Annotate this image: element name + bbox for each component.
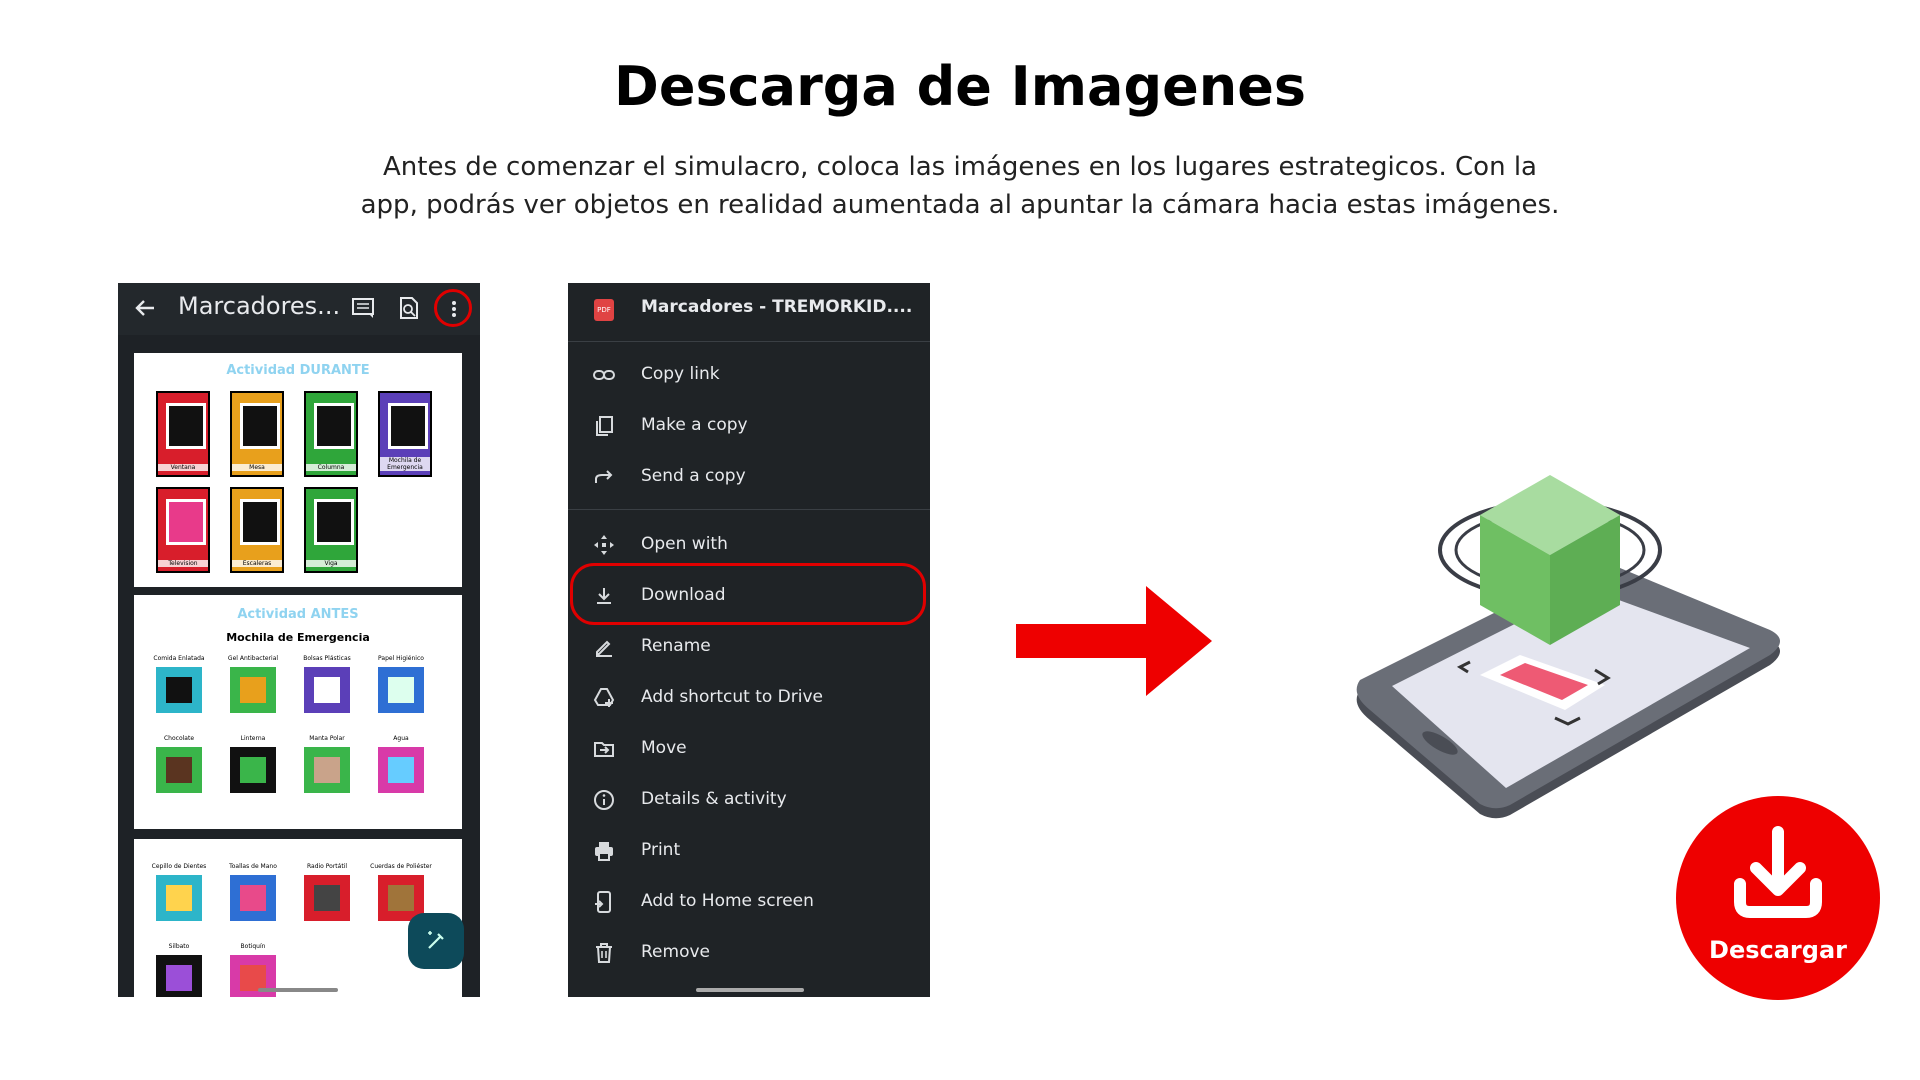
back-arrow-icon[interactable] xyxy=(132,293,160,323)
viewer-toolbar: Marcadores... xyxy=(118,283,480,335)
qr-marker: Agua xyxy=(378,735,424,793)
qr-marker: Chocolate xyxy=(156,735,202,793)
page-subheading: Mochila de Emergencia xyxy=(226,631,370,644)
more-options-icon[interactable] xyxy=(434,289,472,327)
marker-card: Ventana xyxy=(156,391,210,477)
move-folder-icon xyxy=(592,737,616,761)
qr-marker: Linterna xyxy=(230,735,276,793)
qr-marker: Manta Polar xyxy=(304,735,350,793)
gesture-handle xyxy=(258,988,338,992)
gesture-handle xyxy=(696,988,804,992)
pdf-file-icon: PDF xyxy=(594,299,614,321)
menu-item-remove[interactable]: Remove xyxy=(568,931,930,975)
table-icon xyxy=(240,403,280,449)
marker-card: Escaleras xyxy=(230,487,284,573)
pencil-icon xyxy=(592,635,616,659)
download-highlight xyxy=(570,563,926,625)
marker-card: Mesa xyxy=(230,391,284,477)
copy-icon xyxy=(592,414,616,438)
menu-item-send-copy[interactable]: Send a copy xyxy=(568,455,930,499)
window-icon xyxy=(166,403,206,449)
qr-marker: Toallas de Mano xyxy=(229,863,277,921)
home-screen-icon xyxy=(592,890,616,914)
marker-card: Television xyxy=(156,487,210,573)
file-menu-screenshot: PDF Marcadores - TREMORKID.... Copy link… xyxy=(568,283,930,997)
page-heading: Actividad DURANTE xyxy=(226,363,370,378)
viewer-title: Marcadores... xyxy=(178,292,341,320)
link-icon xyxy=(592,363,616,387)
tv-icon xyxy=(166,499,206,545)
menu-item-print[interactable]: Print xyxy=(568,829,930,873)
menu-item-details[interactable]: Details & activity xyxy=(568,778,930,822)
page-title: Descarga de Imagenes xyxy=(614,55,1306,118)
menu-item-make-copy[interactable]: Make a copy xyxy=(568,404,930,448)
download-button-label: Descargar xyxy=(1709,936,1847,964)
marker-card: Columna xyxy=(304,391,358,477)
menu-item-open-with[interactable]: Open with xyxy=(568,523,930,567)
page-heading: Actividad ANTES xyxy=(237,607,359,622)
qr-marker: Gel Antibacterial xyxy=(228,655,278,713)
drive-shortcut-icon xyxy=(592,686,616,710)
menu-item-add-home[interactable]: Add to Home screen xyxy=(568,880,930,924)
info-icon xyxy=(592,788,616,812)
marker-card: Viga xyxy=(304,487,358,573)
backpack-icon xyxy=(388,403,428,449)
print-icon xyxy=(592,839,616,863)
qr-marker: Silbato xyxy=(156,943,202,997)
ar-phone-illustration xyxy=(1356,475,1780,819)
pdf-page-1: Actividad DURANTE Ventana Mesa Columna M… xyxy=(134,353,462,587)
beam-icon xyxy=(314,499,354,545)
trash-icon xyxy=(592,941,616,965)
qr-marker: Bolsas Plásticas xyxy=(303,655,351,713)
menu-item-move[interactable]: Move xyxy=(568,727,930,771)
file-title: Marcadores - TREMORKID.... xyxy=(641,297,913,317)
comment-icon[interactable] xyxy=(350,295,376,321)
share-icon xyxy=(592,465,616,489)
pdf-viewer-screenshot: Marcadores... Actividad DURANTE Ventana … xyxy=(118,283,480,997)
qr-marker: Papel Higiénico xyxy=(378,655,424,713)
qr-marker: Cepillo de Dientes xyxy=(152,863,206,921)
page-description: Antes de comenzar el simulacro, coloca l… xyxy=(360,152,1560,220)
download-icon xyxy=(1734,826,1822,918)
menu-item-rename[interactable]: Rename xyxy=(568,625,930,669)
qr-marker: Comida Enlatada xyxy=(153,655,205,713)
stairs-icon xyxy=(240,499,280,545)
find-in-page-icon[interactable] xyxy=(396,295,422,321)
right-arrow-icon xyxy=(1016,586,1212,696)
menu-item-add-shortcut[interactable]: Add shortcut to Drive xyxy=(568,676,930,720)
qr-marker: Radio Portátil xyxy=(304,863,350,921)
menu-item-copy-link[interactable]: Copy link xyxy=(568,353,930,397)
open-with-icon xyxy=(592,533,616,557)
column-icon xyxy=(314,403,354,449)
download-button[interactable]: Descargar xyxy=(1676,796,1880,1000)
pdf-page-2: Actividad ANTES Mochila de Emergencia Co… xyxy=(134,595,462,829)
edit-fab-button[interactable] xyxy=(408,913,464,969)
marker-card: Mochila de Emergencia xyxy=(378,391,432,477)
